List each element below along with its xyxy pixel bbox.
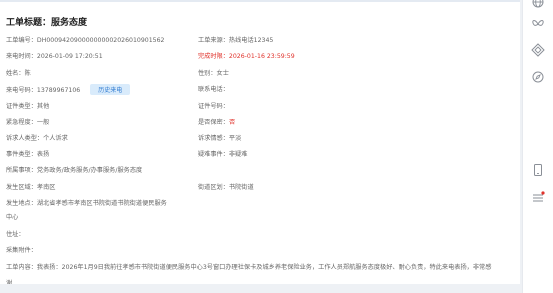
confidential-label: 是否保密： xyxy=(198,119,229,126)
urgency: 紧急程度：一般 xyxy=(6,119,50,126)
district: 发生区域：孝南区 xyxy=(6,184,56,191)
ticket-content: 工单内容：我表扬：2026年1月9日我前往孝感市书院街道便民服务中心3号窗口办理… xyxy=(6,264,492,271)
compass-icon[interactable] xyxy=(531,70,545,84)
difficulty: 疑难事件：非疑难 xyxy=(198,151,248,158)
sentiment: 诉求情感：平淡 xyxy=(198,135,242,142)
event-type: 事件类型：表扬 xyxy=(6,151,50,158)
location-continued: 中心 xyxy=(6,214,19,221)
caller-phone-row: 来电号码：13789967106 历史来电 xyxy=(6,84,131,96)
right-tool-rail xyxy=(522,0,553,293)
menu-icon[interactable] xyxy=(531,190,545,204)
requester-type: 诉求人类型：个人诉求 xyxy=(6,135,68,142)
confidential: 是否保密：否 xyxy=(198,117,235,126)
id-number: 证件号码： xyxy=(198,103,229,110)
call-time: 来电时间：2026-01-09 17:20:51 xyxy=(6,53,103,60)
page-bottom-bar xyxy=(0,284,520,293)
location: 发生地点：湖北省孝感市孝南区书院街道书院街道便民服务 xyxy=(6,200,167,207)
ticket-card: 工单标题：服务态度 工单编号：DH00094209000000000202601… xyxy=(0,0,520,286)
category: 所属事项：党务政务/政务服务/办事服务/服务态度 xyxy=(6,167,143,174)
caller-name: 姓名：陈 xyxy=(6,70,31,77)
caller-gender: 性别：女士 xyxy=(198,70,229,77)
deadline: 完成时限：2026-01-16 23:59:59 xyxy=(198,53,295,60)
contact-phone: 联系电话： xyxy=(198,86,229,93)
history-calls-button[interactable]: 历史来电 xyxy=(90,84,131,95)
globe-icon[interactable] xyxy=(531,0,545,9)
butterfly-icon[interactable] xyxy=(531,17,545,31)
caller-phone: 来电号码：13789967106 xyxy=(6,87,81,94)
phone-icon[interactable] xyxy=(531,163,545,177)
ticket-source: 工单来源：热线电话12345 xyxy=(198,37,274,44)
attachments: 采集附件： xyxy=(6,247,37,254)
id-type: 证件类型：其他 xyxy=(6,103,50,110)
ticket-title: 工单标题：服务态度 xyxy=(6,18,88,28)
address: 住址： xyxy=(6,231,25,238)
street: 街道区划：书院街道 xyxy=(198,184,254,191)
ticket-number-value: 工单编号：DH000942090000000002026010901562 xyxy=(6,37,165,44)
ticket-number: 工单编号：DH000942090000000002026010901562 xyxy=(6,35,164,47)
confidential-value: 否 xyxy=(228,119,236,126)
diamond-icon[interactable] xyxy=(531,43,545,57)
